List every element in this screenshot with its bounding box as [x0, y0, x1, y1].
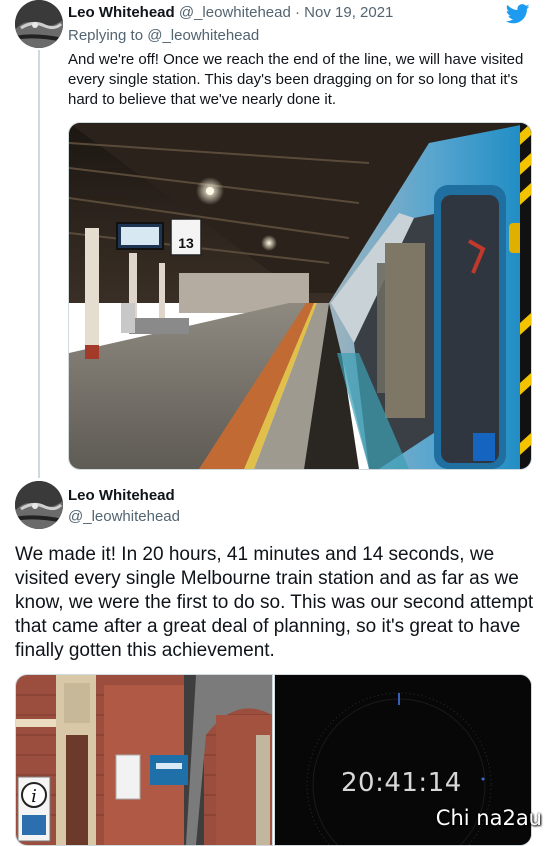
- user-handle[interactable]: @_leowhitehead: [179, 4, 291, 21]
- tweet-date[interactable]: Nov 19, 2021: [304, 4, 393, 21]
- separator-dot: ·: [295, 4, 300, 21]
- replying-to-label: Replying to: [68, 27, 144, 44]
- display-name[interactable]: Leo Whitehead: [68, 4, 175, 21]
- tweet-photo-train-platform[interactable]: 13: [68, 122, 532, 470]
- replying-to-handle[interactable]: @_leowhitehead: [147, 27, 259, 44]
- avatar[interactable]: [15, 481, 63, 529]
- platform-number-sign: 13: [178, 235, 194, 251]
- info-sign-letter: i: [31, 786, 37, 807]
- tweet-photo-station-sign[interactable]: i: [15, 674, 273, 846]
- display-name[interactable]: Leo Whitehead: [68, 487, 175, 504]
- tweet-header: Leo Whitehead @_leowhitehead · Nov 19, 2…: [68, 4, 393, 21]
- twitter-bird-icon[interactable]: [505, 4, 530, 24]
- tweet-text: And we're off! Once we reach the end of …: [68, 51, 524, 108]
- thread-connector-line: [38, 50, 40, 478]
- replying-to: Replying to @_leowhitehead: [68, 27, 259, 44]
- user-handle[interactable]: @_leowhitehead: [68, 508, 180, 525]
- tweet-text: We made it! In 20 hours, 41 minutes and …: [15, 544, 534, 661]
- avatar[interactable]: [15, 0, 63, 48]
- watermark-text: Chi na2au: [435, 806, 542, 830]
- stopwatch-time-display: 20:41:14: [341, 768, 462, 798]
